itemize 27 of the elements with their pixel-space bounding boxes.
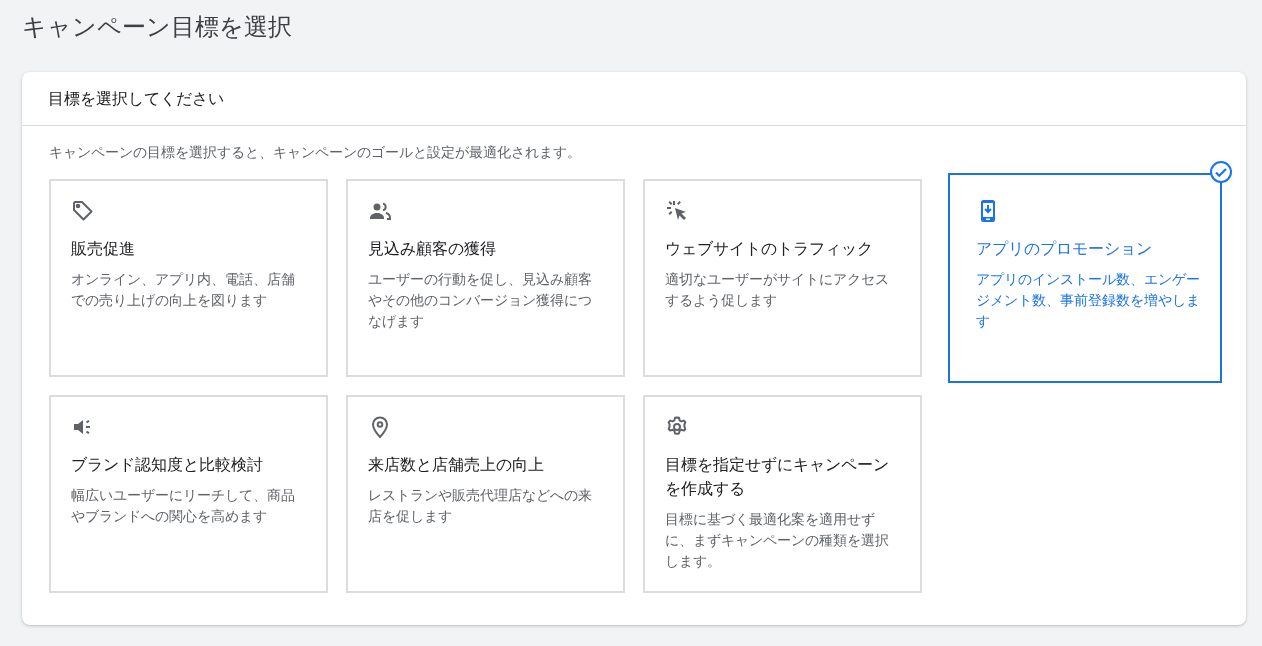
goal-tile[interactable]: 販売促進 オンライン、アプリ内、電話、店舗での売り上げの向上を図ります — [49, 179, 328, 377]
check-circle-icon — [1209, 160, 1233, 184]
goal-title: ウェブサイトのトラフィック — [665, 239, 874, 259]
goal-tile[interactable]: ブランド認知度と比較検討 幅広いユーザーにリーチして、商品やブランドへの関心を高めます — [49, 395, 328, 593]
goal-title: 見込み顧客の獲得 — [368, 239, 497, 259]
goal-description: アプリのインストール数、エンゲージメント数、事前登録数を増やします — [976, 270, 1201, 331]
goal-tile[interactable]: アプリのプロモーション アプリのインストール数、エンゲージメント数、事前登録数を増やします — [948, 173, 1222, 383]
goal-title: ブランド認知度と比較検討 — [71, 455, 264, 475]
goal-tile[interactable]: 目標を指定せずにキャンペーンを作成する 目標に基づく最適化案を適用せずに、まずキャンペーンの種類を選択します。 — [643, 395, 922, 593]
goal-tile[interactable]: ウェブサイトのトラフィック 適切なユーザーがサイトにアクセスするよう促します — [643, 179, 922, 377]
tag-icon — [71, 199, 95, 223]
goal-description: ユーザーの行動を促し、見込み顧客やその他のコンバージョン獲得につなげます — [368, 270, 593, 331]
description-text: キャンペーンの目標を選択すると、キャンペーンのゴールと設定が最適化されます。 — [49, 144, 582, 162]
goal-description: オンライン、アプリ内、電話、店舗での売り上げの向上を図ります — [71, 270, 296, 310]
goal-tile[interactable]: 見込み顧客の獲得 ユーザーの行動を促し、見込み顧客やその他のコンバージョン獲得につなげます — [346, 179, 625, 377]
goal-title: 目標を指定せずにキャンペーンを作成する — [665, 455, 890, 499]
goal-description: レストランや販売代理店などへの来店を促します — [368, 486, 593, 526]
goal-tile[interactable]: 来店数と店舗売上の向上 レストランや販売代理店などへの来店を促します — [346, 395, 625, 593]
card-header: 目標を選択してください — [48, 90, 224, 107]
goal-description: 目標に基づく最適化案を適用せずに、まずキャンペーンの種類を選択します。 — [665, 510, 890, 571]
goal-title: 販売促進 — [71, 239, 136, 259]
goal-title: 来店数と店舗売上の向上 — [368, 455, 545, 475]
goal-description: 適切なユーザーがサイトにアクセスするよう促します — [665, 270, 890, 310]
cursor-click-icon — [665, 199, 689, 223]
goal-title: アプリのプロモーション — [976, 239, 1153, 259]
page-title: キャンペーン目標を選択 — [22, 12, 293, 42]
goal-description: 幅広いユーザーにリーチして、商品やブランドへの関心を高めます — [71, 486, 296, 526]
